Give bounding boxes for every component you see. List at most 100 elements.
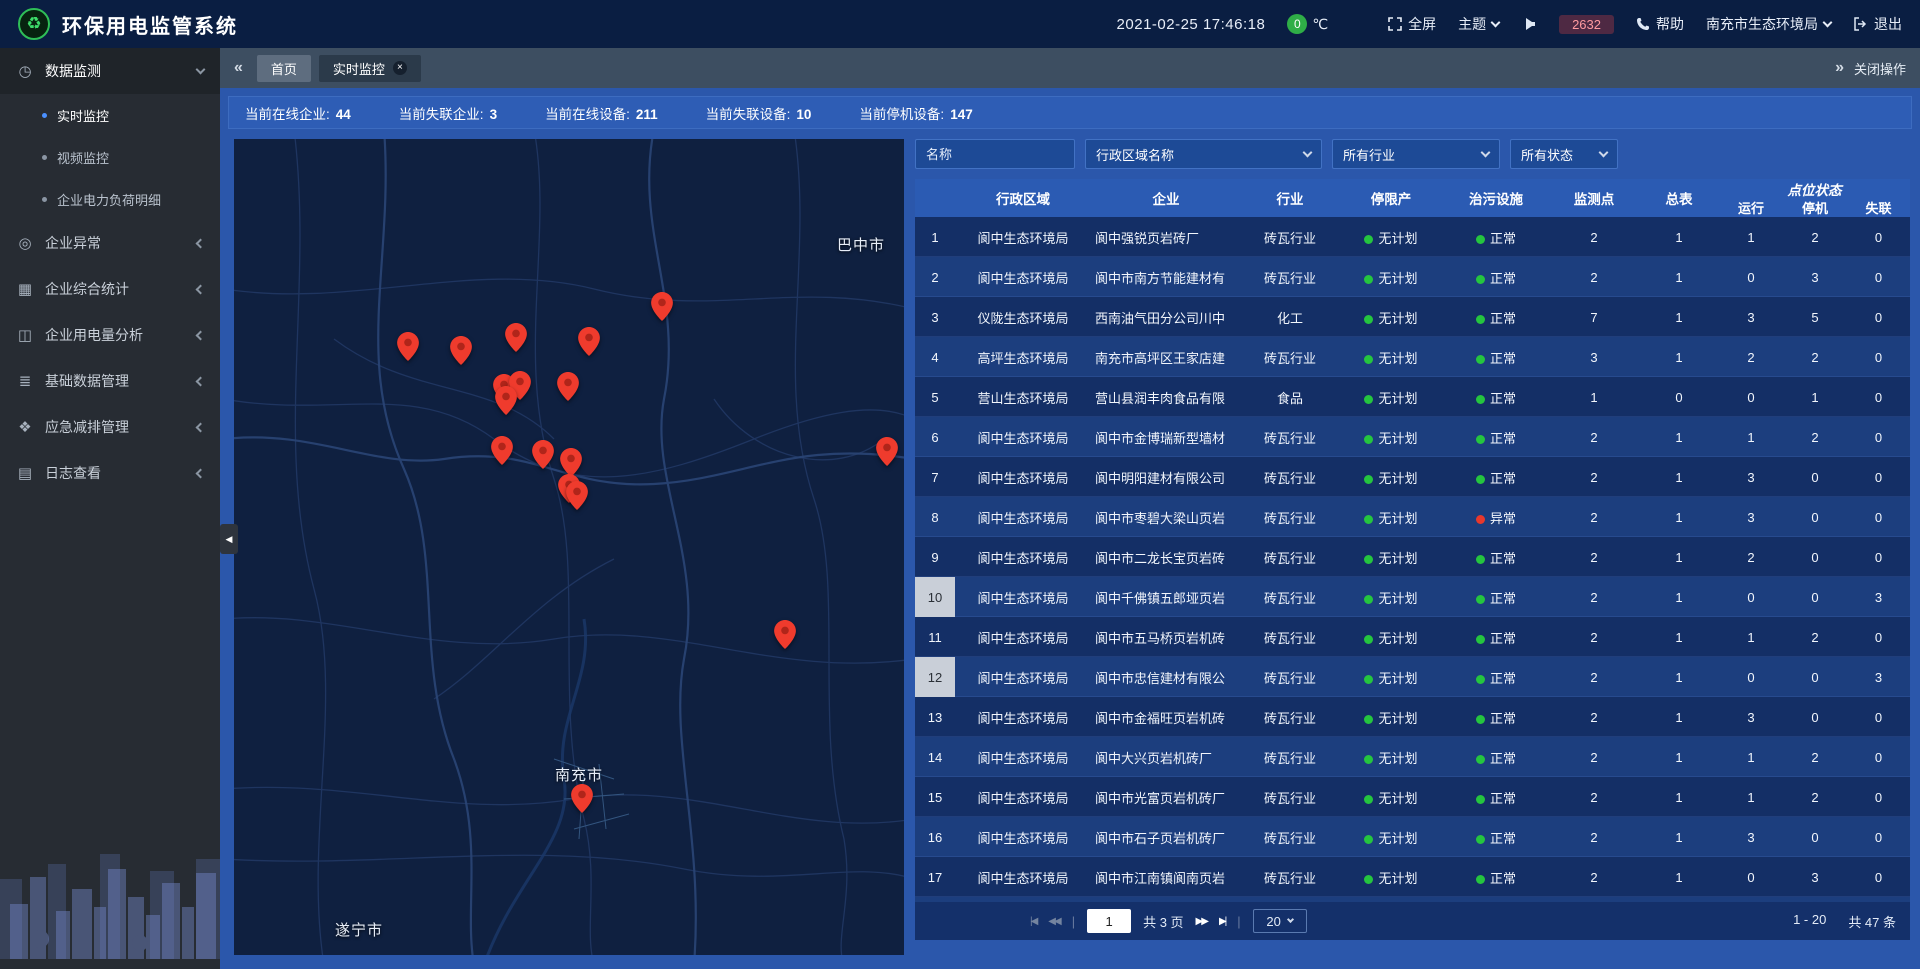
close-operations-button[interactable]: 关闭操作 bbox=[1854, 59, 1906, 78]
next-page-button[interactable]: ▶▶ bbox=[1196, 916, 1207, 927]
table-row[interactable]: 6阆中生态环境局阆中市金博瑞新型墙材砖瓦行业无计划正常21120 bbox=[915, 417, 1910, 457]
sidebar-item[interactable]: ▤日志查看 bbox=[0, 450, 220, 496]
map-pin-icon[interactable] bbox=[495, 386, 517, 415]
cell-region: 阆中生态环境局 bbox=[955, 428, 1091, 447]
table-row[interactable]: 16阆中生态环境局阆中市石子页岩机砖厂砖瓦行业无计划正常21300 bbox=[915, 817, 1910, 857]
cell-company: 阆中市江南镇阆南页岩 bbox=[1091, 868, 1241, 887]
map-pin-icon[interactable] bbox=[566, 481, 588, 510]
cell-region: 高坪生态环境局 bbox=[955, 348, 1091, 367]
page-number-input[interactable] bbox=[1087, 909, 1131, 933]
fullscreen-button[interactable]: 全屏 bbox=[1388, 14, 1436, 34]
last-page-button[interactable]: ▶| bbox=[1219, 916, 1225, 927]
cell-company: 阆中市南方节能建材有 bbox=[1091, 268, 1241, 287]
sidebar-item[interactable]: ◫企业用电量分析 bbox=[0, 312, 220, 358]
tab[interactable]: 首页 bbox=[257, 55, 311, 82]
status-filter-select[interactable]: 所有状态 bbox=[1510, 139, 1618, 169]
city-label: 巴中市 bbox=[837, 234, 885, 255]
table-row[interactable]: 9阆中生态环境局阆中市二龙长宝页岩砖砖瓦行业无计划正常21200 bbox=[915, 537, 1910, 577]
map-pin-icon[interactable] bbox=[532, 440, 554, 469]
announcement-button[interactable] bbox=[1521, 17, 1537, 31]
tabs-scroll-right-button[interactable]: » bbox=[1835, 59, 1844, 77]
map-pin-icon[interactable] bbox=[578, 327, 600, 356]
status-dot-icon bbox=[1476, 315, 1485, 324]
name-filter-input[interactable] bbox=[926, 147, 1064, 162]
map-pin-icon[interactable] bbox=[397, 332, 419, 361]
data-panel: 行政区域名称 所有行业 所有状态 行政区域 企业 行业 停限产 治污设施 bbox=[915, 139, 1910, 940]
prev-page-button[interactable]: ◀◀ bbox=[1048, 916, 1059, 927]
industry-filter-select[interactable]: 所有行业 bbox=[1332, 139, 1500, 169]
map-pin-icon[interactable] bbox=[450, 336, 472, 365]
table-row[interactable]: 4高坪生态环境局南充市高坪区王家店建砖瓦行业无计划正常31220 bbox=[915, 337, 1910, 377]
cell-run: 1 bbox=[1719, 630, 1783, 645]
sidebar-item[interactable]: ❖应急减排管理 bbox=[0, 404, 220, 450]
table-row[interactable]: 17阆中生态环境局阆中市江南镇阆南页岩砖瓦行业无计划正常21030 bbox=[915, 857, 1910, 897]
region-filter-select[interactable]: 行政区域名称 bbox=[1085, 139, 1322, 169]
table-row[interactable]: 1阆中生态环境局阆中强锐页岩砖厂砖瓦行业无计划正常21120 bbox=[915, 217, 1910, 257]
table-row[interactable]: 8阆中生态环境局阆中市枣碧大梁山页岩砖瓦行业无计划异常21300 bbox=[915, 497, 1910, 537]
table-row[interactable]: 14阆中生态环境局阆中大兴页岩机砖厂砖瓦行业无计划正常21120 bbox=[915, 737, 1910, 777]
help-button[interactable]: 帮助 bbox=[1636, 14, 1684, 34]
col-header-index bbox=[915, 179, 955, 217]
cell-run: 0 bbox=[1719, 390, 1783, 405]
status-dot-icon bbox=[1476, 875, 1485, 884]
table-row[interactable]: 10阆中生态环境局阆中千佛镇五郎垭页岩砖瓦行业无计划正常21003 bbox=[915, 577, 1910, 617]
cell-lost: 0 bbox=[1847, 470, 1910, 485]
panel-collapse-button[interactable]: ◀ bbox=[220, 524, 238, 554]
map-pin-icon[interactable] bbox=[557, 372, 579, 401]
cell-lost: 0 bbox=[1847, 830, 1910, 845]
map-pin-icon[interactable] bbox=[571, 784, 593, 813]
status-dot-icon bbox=[1476, 555, 1485, 564]
sidebar-item[interactable]: ◷数据监测 bbox=[0, 48, 220, 94]
close-icon[interactable]: × bbox=[393, 61, 407, 75]
cell-run: 0 bbox=[1719, 670, 1783, 685]
sidebar-item[interactable]: ◎企业异常 bbox=[0, 220, 220, 266]
sidebar-subitem-label: 视频监控 bbox=[57, 148, 109, 167]
chevron-left-icon bbox=[196, 284, 206, 294]
col-header-points: 监测点 bbox=[1549, 179, 1639, 217]
table-row[interactable]: 13阆中生态环境局阆中市金福旺页岩机砖砖瓦行业无计划正常21300 bbox=[915, 697, 1910, 737]
first-page-button[interactable]: |◀ bbox=[1030, 916, 1036, 927]
cell-treatment: 正常 bbox=[1443, 788, 1549, 807]
status-dot-icon bbox=[1364, 875, 1373, 884]
stats-bar: 当前在线企业:44当前失联企业:3当前在线设备:211当前失联设备:10当前停机… bbox=[228, 96, 1912, 129]
table-row[interactable]: 11阆中生态环境局阆中市五马桥页岩机砖砖瓦行业无计划正常21120 bbox=[915, 617, 1910, 657]
table-row[interactable]: 12阆中生态环境局阆中市忠信建材有限公砖瓦行业无计划正常21003 bbox=[915, 657, 1910, 697]
theme-dropdown[interactable]: 主题 bbox=[1458, 14, 1499, 34]
table-row[interactable]: 7阆中生态环境局阆中明阳建材有限公司砖瓦行业无计划正常21300 bbox=[915, 457, 1910, 497]
cell-lost: 0 bbox=[1847, 870, 1910, 885]
page-size-select[interactable]: 20 bbox=[1253, 909, 1307, 933]
sidebar-item[interactable]: ≣基础数据管理 bbox=[0, 358, 220, 404]
tab[interactable]: 实时监控× bbox=[319, 55, 421, 82]
status-dot-icon bbox=[1476, 475, 1485, 484]
sidebar-subitem[interactable]: 企业电力负荷明细 bbox=[0, 178, 220, 220]
org-dropdown[interactable]: 南充市生态环境局 bbox=[1706, 14, 1831, 34]
cell-treatment: 正常 bbox=[1443, 348, 1549, 367]
table-row[interactable]: 15阆中生态环境局阆中市光富页岩机砖厂砖瓦行业无计划正常21120 bbox=[915, 777, 1910, 817]
cell-stop: 0 bbox=[1783, 590, 1847, 605]
sidebar-item[interactable]: ▦企业综合统计 bbox=[0, 266, 220, 312]
sidebar-subitem[interactable]: 视频监控 bbox=[0, 136, 220, 178]
map-pin-icon[interactable] bbox=[560, 448, 582, 477]
stat-label: 当前停机设备: bbox=[859, 107, 944, 122]
logout-button[interactable]: 退出 bbox=[1853, 14, 1902, 34]
map-pin-icon[interactable] bbox=[505, 323, 527, 352]
map-pin-icon[interactable] bbox=[876, 437, 898, 466]
cell-limit: 无计划 bbox=[1339, 628, 1443, 647]
tabs-scroll-left-button[interactable]: « bbox=[234, 59, 243, 77]
sidebar-subitem[interactable]: 实时监控 bbox=[0, 94, 220, 136]
map-pin-icon[interactable] bbox=[774, 620, 796, 649]
stat-value: 3 bbox=[490, 107, 498, 122]
cell-industry: 砖瓦行业 bbox=[1241, 748, 1339, 767]
map-pin-icon[interactable] bbox=[651, 292, 673, 321]
cell-industry: 砖瓦行业 bbox=[1241, 228, 1339, 247]
map-panel[interactable]: 巴中市南充市遂宁市 bbox=[234, 139, 904, 955]
table-row[interactable]: 5营山生态环境局营山县润丰肉食品有限食品无计划正常10010 bbox=[915, 377, 1910, 417]
map-pin-icon[interactable] bbox=[491, 436, 513, 465]
table-row[interactable]: 2阆中生态环境局阆中市南方节能建材有砖瓦行业无计划正常21030 bbox=[915, 257, 1910, 297]
status-dot-icon bbox=[1364, 235, 1373, 244]
monitor-icon: ◷ bbox=[16, 62, 34, 80]
cell-run: 0 bbox=[1719, 590, 1783, 605]
notice-count-badge[interactable]: 2632 bbox=[1559, 15, 1614, 34]
cell-stop: 0 bbox=[1783, 710, 1847, 725]
table-row[interactable]: 3仪陇生态环境局西南油气田分公司川中化工无计划正常71350 bbox=[915, 297, 1910, 337]
